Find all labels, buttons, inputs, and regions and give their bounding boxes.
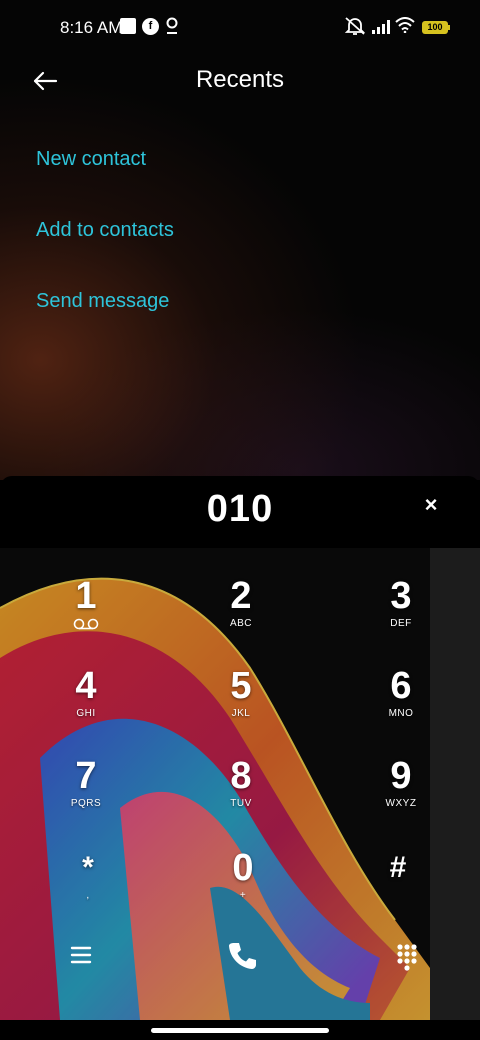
key-digit: 7 — [75, 755, 97, 797]
f-circle-icon: f — [142, 18, 159, 35]
key-0[interactable]: 0 + — [183, 848, 303, 928]
keypad-icon[interactable] — [387, 935, 427, 975]
add-to-contacts-link[interactable]: Add to contacts — [36, 219, 174, 242]
key-3[interactable]: 3 DEF — [341, 576, 461, 656]
home-indicator[interactable] — [151, 1028, 329, 1033]
key-star[interactable]: * , — [28, 848, 148, 928]
key-letters: + — [239, 890, 247, 901]
battery-tip — [448, 25, 450, 30]
key-letters: TUV — [230, 798, 252, 809]
key-7[interactable]: 7 PQRS — [26, 756, 146, 836]
bell-off-icon — [344, 17, 366, 35]
key-digit: 0 — [232, 847, 254, 889]
key-letters: PQRS — [70, 798, 102, 809]
key-hash[interactable]: # — [338, 848, 458, 928]
signal-icon — [372, 20, 390, 34]
key-digit: 5 — [230, 665, 252, 707]
key-digit: 8 — [230, 755, 252, 797]
clear-button[interactable]: × — [420, 494, 442, 516]
voicemail-icon — [73, 618, 99, 630]
key-letters: DEF — [390, 618, 412, 629]
key-9[interactable]: 9 WXYZ — [341, 756, 461, 836]
location-icon — [166, 17, 178, 34]
phone-icon[interactable] — [222, 936, 262, 976]
key-digit: 6 — [390, 665, 412, 707]
key-6[interactable]: 6 MNO — [341, 666, 461, 746]
key-4[interactable]: 4 GHI — [26, 666, 146, 746]
key-digit: # — [389, 851, 407, 884]
key-letters: MNO — [388, 708, 414, 719]
key-letters: WXYZ — [385, 798, 417, 809]
key-digit: 3 — [390, 575, 412, 617]
page-title: Recents — [195, 66, 285, 93]
key-letters: , — [86, 890, 90, 901]
keypad-area: 1 2 ABC 3 DEF 4 GHI 5 JKL 6 MNO 7 PQRS 8… — [0, 548, 480, 1020]
key-digit: 2 — [230, 575, 252, 617]
send-message-link[interactable]: Send message — [36, 290, 169, 313]
battery-icon: 100 — [422, 21, 448, 34]
key-8[interactable]: 8 TUV — [181, 756, 301, 836]
key-digit: * — [82, 851, 94, 884]
key-2[interactable]: 2 ABC — [181, 576, 301, 656]
wifi-icon — [395, 17, 415, 33]
menu-icon[interactable] — [61, 935, 101, 975]
dialed-number[interactable]: 010 — [0, 488, 480, 531]
key-letters: ABC — [229, 618, 253, 629]
key-digit: 9 — [390, 755, 412, 797]
key-letters: JKL — [231, 708, 251, 719]
status-bar: 8:16 AM f 100 — [0, 0, 480, 56]
square-icon — [120, 18, 136, 34]
new-contact-link[interactable]: New contact — [36, 148, 146, 171]
key-digit: 1 — [75, 575, 97, 617]
key-5[interactable]: 5 JKL — [181, 666, 301, 746]
key-1[interactable]: 1 — [26, 576, 146, 656]
key-letters: GHI — [76, 708, 96, 719]
status-time: 8:16 AM — [60, 18, 123, 37]
key-digit: 4 — [75, 665, 97, 707]
